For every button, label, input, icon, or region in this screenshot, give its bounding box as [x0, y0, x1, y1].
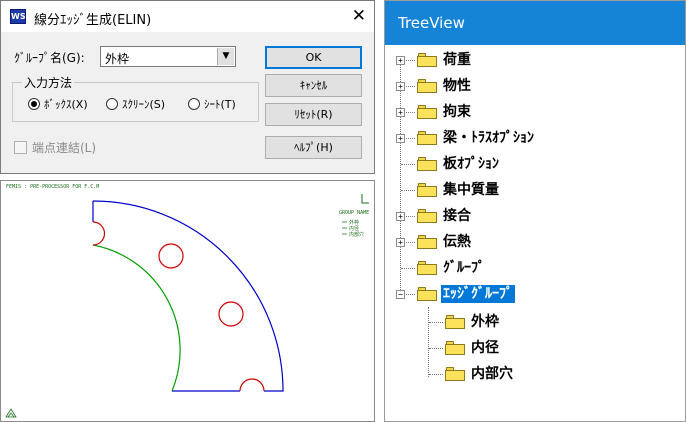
tree-child-outer-frame[interactable]: 外枠 — [385, 312, 685, 332]
left-notch-hole — [92, 221, 106, 246]
model-drawing — [5, 194, 369, 418]
tree-node-label: 板ｵﾌﾟｼｮﾝ — [443, 156, 499, 172]
graphics-view[interactable]: FEMIS : PRE-PROCESSOR FOR F.C.M GROUP NA… — [0, 180, 375, 422]
endpoint-connect-checkbox[interactable] — [14, 141, 27, 154]
tree-connector — [429, 374, 443, 375]
expand-icon[interactable]: + — [396, 108, 405, 117]
tree-node-label: 内径 — [471, 340, 499, 356]
folder-icon — [417, 209, 437, 223]
folder-icon — [417, 105, 437, 119]
graphics-header: FEMIS : PRE-PROCESSOR FOR F.C.M — [6, 184, 100, 190]
expand-icon[interactable]: + — [396, 238, 405, 247]
tree-node-material[interactable]: + 物性 — [385, 76, 685, 96]
app-icon: WS — [10, 9, 26, 24]
bottom-notch-hole — [239, 378, 265, 392]
interior-hole-2 — [218, 301, 244, 327]
folder-icon — [445, 315, 465, 329]
tree-connector — [401, 190, 415, 191]
tree-node-beam-truss-option[interactable]: + 梁・ﾄﾗｽｵﾌﾟｼｮﾝ — [385, 128, 685, 148]
endpoint-connect-label: 端点連結(L) — [32, 141, 97, 155]
tree-node-label: 内部穴 — [471, 366, 513, 382]
elin-dialog: WS 線分ｴｯｼﾞ生成(ELIN) ✕ ｸﾞﾙｰﾌﾟ名(G): 外枠 ▼ 入力方… — [0, 0, 375, 174]
folder-icon — [417, 53, 437, 67]
tree-node-plate-option[interactable]: 板ｵﾌﾟｼｮﾝ — [385, 154, 685, 174]
tree-node-constraint[interactable]: + 拘束 — [385, 102, 685, 122]
tree-node-label-selected: ｴｯｼﾞｸﾞﾙｰﾌﾟ — [441, 285, 515, 303]
tree-connector — [401, 164, 415, 165]
chevron-down-icon[interactable]: ▼ — [217, 48, 234, 65]
folder-open-icon — [417, 287, 437, 301]
folder-icon — [417, 79, 437, 93]
legend-item-holes: 内部穴 — [349, 232, 365, 238]
treeview-titlebar[interactable]: TreeView — [385, 1, 685, 45]
outer-frame-edge — [92, 200, 284, 392]
tree-node-edge-group[interactable]: − ｴｯｼﾞｸﾞﾙｰﾌﾟ — [385, 284, 685, 304]
tree-connector — [429, 322, 443, 323]
folder-icon — [417, 235, 437, 249]
reset-button[interactable]: ﾘｾｯﾄ(R) — [265, 103, 362, 126]
help-button[interactable]: ﾍﾙﾌﾟ(H) — [265, 136, 362, 159]
tree-node-label: 集中質量 — [443, 182, 499, 198]
tree-node-concentrated-mass[interactable]: 集中質量 — [385, 180, 685, 200]
radio-selected-dot — [31, 101, 37, 107]
input-method-group: 入力方法 ﾎﾞｯｸｽ(X) ｽｸﾘｰﾝ(S) ｼｰﾄ(T) — [12, 74, 259, 122]
dialog-titlebar[interactable]: WS 線分ｴｯｼﾞ生成(ELIN) ✕ — [1, 1, 374, 32]
folder-icon — [417, 157, 437, 171]
tree-node-load[interactable]: + 荷重 — [385, 50, 685, 70]
radio-sheet-label[interactable]: ｼｰﾄ(T) — [204, 96, 236, 112]
folder-icon — [445, 341, 465, 355]
tree-node-label: 伝熱 — [443, 234, 471, 250]
legend-markers — [342, 221, 347, 235]
close-icon[interactable]: ✕ — [352, 6, 366, 26]
folder-icon — [445, 367, 465, 381]
folder-icon — [417, 261, 437, 275]
dialog-title: 線分ｴｯｼﾞ生成(ELIN) — [34, 13, 152, 28]
expand-icon[interactable]: + — [396, 134, 405, 143]
expand-icon[interactable]: + — [396, 56, 405, 65]
tree-child-interior-holes[interactable]: 内部穴 — [385, 364, 685, 384]
cancel-button[interactable]: ｷｬﾝｾﾙ — [265, 74, 362, 97]
tree-node-label: 拘束 — [443, 104, 471, 120]
axis-indicator-icon — [361, 194, 369, 204]
folder-icon — [417, 131, 437, 145]
treeview-window: TreeView + 荷重 + 物性 + 拘束 + 梁・ﾄﾗｽｵﾌﾟｼｮﾝ 板ｵ… — [384, 0, 686, 422]
tree-node-label: 荷重 — [443, 52, 471, 68]
ok-button[interactable]: OK — [265, 46, 362, 69]
legend-title: GROUP NAME — [339, 210, 370, 216]
tree-node-heat-transfer[interactable]: + 伝熱 — [385, 232, 685, 252]
group-name-label: ｸﾞﾙｰﾌﾟ名(G): — [14, 51, 85, 65]
tree-connector — [429, 348, 443, 349]
tree-child-inner-radius[interactable]: 内径 — [385, 338, 685, 358]
expand-icon[interactable]: + — [396, 212, 405, 221]
radio-box-label[interactable]: ﾎﾞｯｸｽ(X) — [44, 96, 88, 112]
view-origin-icon — [5, 408, 17, 418]
interior-hole-1 — [158, 243, 184, 269]
tree-node-label: 梁・ﾄﾗｽｵﾌﾟｼｮﾝ — [443, 130, 534, 146]
group-name-combobox[interactable]: 外枠 ▼ — [100, 46, 236, 67]
tree-node-joint[interactable]: + 接合 — [385, 206, 685, 226]
folder-icon — [417, 183, 437, 197]
radio-screen-label[interactable]: ｽｸﾘｰﾝ(S) — [122, 96, 165, 112]
group-name-value: 外枠 — [105, 52, 130, 66]
collapse-icon[interactable]: − — [396, 290, 405, 299]
tree-node-label: ｸﾞﾙｰﾌﾟ — [443, 260, 485, 276]
radio-screen[interactable] — [106, 98, 118, 110]
input-method-legend: 入力方法 — [22, 74, 75, 91]
tree-node-label: 外枠 — [471, 314, 499, 330]
radio-box[interactable] — [28, 98, 40, 110]
tree-node-label: 物性 — [443, 78, 471, 94]
tree-connector — [401, 268, 415, 269]
radio-sheet[interactable] — [188, 98, 200, 110]
treeview-title: TreeView — [398, 14, 465, 32]
tree-node-label: 接合 — [443, 208, 471, 224]
tree-node-group[interactable]: ｸﾞﾙｰﾌﾟ — [385, 258, 685, 278]
expand-icon[interactable]: + — [396, 82, 405, 91]
